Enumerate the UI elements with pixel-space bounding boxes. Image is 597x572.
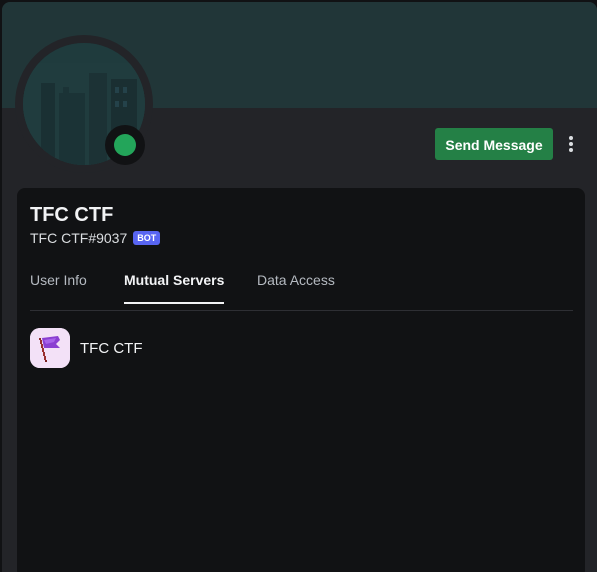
display-name: TFC CTF bbox=[30, 204, 114, 226]
more-options-button[interactable] bbox=[562, 130, 580, 158]
bot-badge: BOT bbox=[133, 231, 161, 245]
status-indicator bbox=[105, 125, 145, 165]
user-profile-modal: Send Message TFC CTF TFC CTF#9037 BOT Us… bbox=[2, 2, 597, 572]
profile-card: TFC CTF TFC CTF#9037 BOT User Info Mutua… bbox=[17, 188, 585, 572]
more-vertical-icon-dot bbox=[569, 148, 573, 152]
username-tag: TFC CTF#9037 bbox=[30, 230, 128, 246]
username-row: TFC CTF#9037 BOT bbox=[30, 230, 161, 246]
avatar-container bbox=[15, 35, 153, 173]
server-name: TFC CTF bbox=[80, 340, 143, 357]
more-vertical-icon-dot bbox=[569, 142, 573, 146]
purple-flag-icon bbox=[30, 328, 70, 368]
send-message-button[interactable]: Send Message bbox=[435, 128, 553, 160]
mutual-server-item[interactable]: TFC CTF bbox=[30, 328, 573, 368]
tab-user-info[interactable]: User Info bbox=[30, 272, 87, 302]
profile-tabs: User Info Mutual Servers Data Access bbox=[30, 264, 573, 311]
more-vertical-icon bbox=[569, 136, 573, 140]
tab-data-access[interactable]: Data Access bbox=[257, 272, 335, 302]
tab-mutual-servers[interactable]: Mutual Servers bbox=[124, 272, 225, 304]
online-status-icon bbox=[114, 134, 136, 156]
